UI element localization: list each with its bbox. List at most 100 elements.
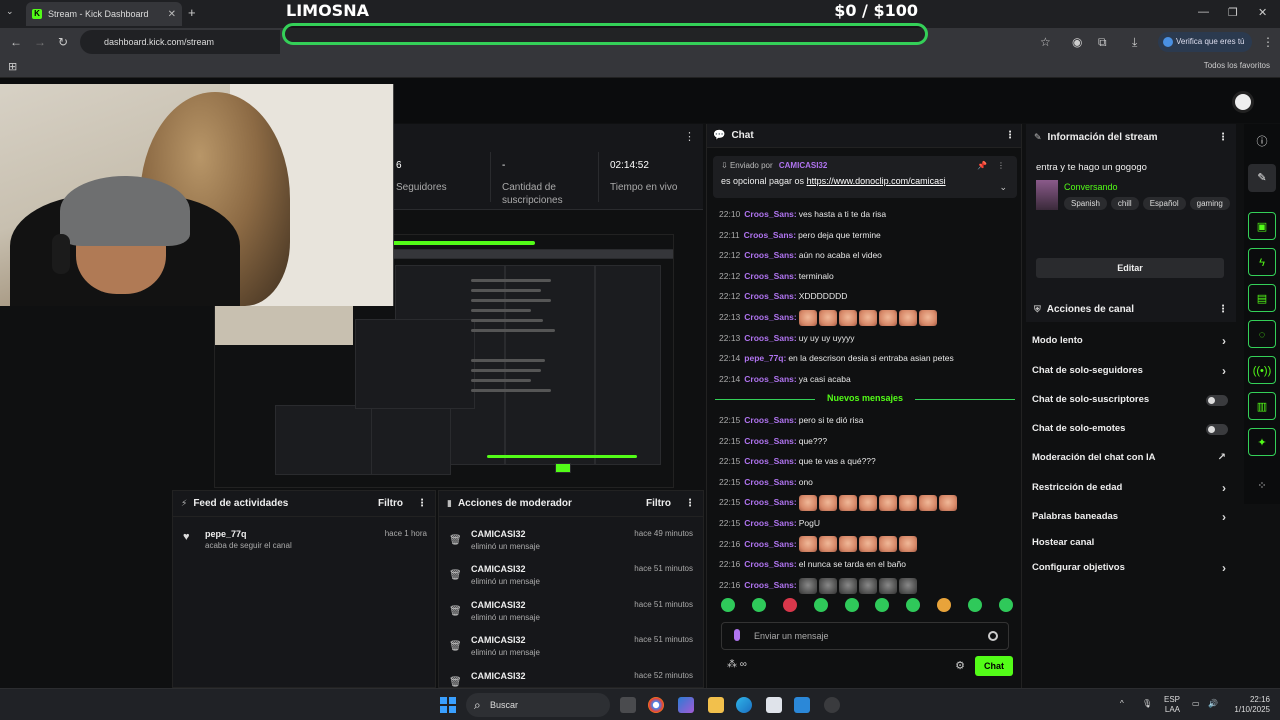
quick-emote-icon[interactable] (906, 598, 921, 612)
channel-action-item[interactable]: Hostear canal (1032, 534, 1230, 552)
message-username[interactable]: Croos_Sans: (744, 291, 796, 301)
message-username[interactable]: Croos_Sans: (744, 230, 796, 240)
taskbar-search[interactable]: Buscar (466, 693, 610, 717)
message-username[interactable]: Croos_Sans: (744, 415, 796, 425)
mod-user[interactable]: CAMICASI32 (471, 600, 526, 610)
copilot-icon[interactable] (678, 697, 694, 713)
emote-icon[interactable] (818, 577, 837, 594)
quick-emote-icon[interactable] (968, 598, 982, 612)
extension-icon[interactable]: ◉ (1072, 35, 1082, 49)
chat-message[interactable]: 22:14 Croos_Sans: ya casi acaba (719, 371, 1013, 387)
info-icon[interactable]: ⓘ (1248, 128, 1276, 156)
chat-message[interactable]: 22:11 Croos_Sans: pero deja que termine (719, 227, 1013, 243)
mod-user[interactable]: CAMICASI32 (471, 671, 526, 681)
emote-icon[interactable] (898, 536, 917, 553)
focus-icon[interactable]: ▣ (1248, 212, 1276, 240)
toggle-switch[interactable] (1206, 395, 1228, 406)
emote-icon[interactable] (818, 309, 837, 326)
address-bar[interactable]: dashboard.kick.com/stream (80, 30, 280, 54)
quick-emote-icon[interactable] (782, 598, 797, 612)
file-explorer-icon[interactable] (708, 697, 724, 713)
language-indicator[interactable]: ESP LAA (1164, 695, 1180, 715)
stats-more-icon[interactable]: ⋮ (684, 130, 695, 143)
channel-action-item[interactable]: Chat de solo-suscriptores (1032, 391, 1230, 409)
message-username[interactable]: Croos_Sans: (744, 209, 796, 219)
emote-icon[interactable] (898, 309, 917, 326)
emote-icon[interactable] (798, 577, 817, 594)
message-username[interactable]: Croos_Sans: (744, 436, 796, 446)
message-username[interactable]: Croos_Sans: (744, 518, 796, 528)
pinned-link[interactable]: https://www.donoclip.com/camicasi (807, 176, 946, 186)
new-tab-icon[interactable]: + (188, 5, 196, 20)
integrations-icon[interactable]: ⁘ (1248, 472, 1276, 500)
unpin-icon[interactable]: 📌 (977, 161, 987, 170)
chat-more-icon[interactable]: ⋮ (1005, 130, 1015, 141)
lightning-icon[interactable]: ϟ (1248, 248, 1276, 276)
emote-icon[interactable] (878, 309, 897, 326)
emote-icon[interactable] (938, 495, 957, 512)
verify-human-button[interactable]: Verifica que eres tú (1158, 32, 1253, 52)
apps-grid-icon[interactable]: ⊞ (8, 60, 17, 73)
emote-icon[interactable] (798, 536, 817, 553)
chat-message[interactable]: 22:15 Croos_Sans: pero si te dió risa (719, 412, 1013, 428)
message-username[interactable]: Croos_Sans: (744, 497, 796, 507)
emote-icon[interactable] (878, 536, 897, 553)
message-username[interactable]: Croos_Sans: (744, 312, 796, 322)
chat-message[interactable]: 22:15 Croos_Sans: ono (719, 474, 1013, 490)
mic-icon[interactable] (734, 629, 740, 641)
chat-input[interactable]: Enviar un mensaje (721, 622, 1009, 650)
expand-chevron-icon[interactable]: ⌄ (999, 182, 1007, 193)
emote-icon[interactable] (838, 536, 857, 553)
mic-tray-icon[interactable]: 🎙 (1142, 699, 1152, 709)
message-username[interactable]: Croos_Sans: (744, 271, 796, 281)
activity-more-icon[interactable]: ⋮ (417, 498, 427, 509)
quick-emote-icon[interactable] (937, 598, 952, 612)
channel-action-item[interactable]: Chat de solo-emotes (1032, 420, 1230, 438)
message-username[interactable]: Croos_Sans: (744, 559, 796, 569)
emote-icon[interactable] (818, 536, 837, 553)
app-icon[interactable] (794, 697, 810, 713)
chat-message[interactable]: 22:15 Croos_Sans: (719, 494, 1013, 512)
emote-icon[interactable] (798, 495, 817, 512)
mod-user[interactable]: CAMICASI32 (471, 529, 526, 539)
bookmark-star-icon[interactable]: ☆ (1040, 35, 1051, 49)
edit-stream-button[interactable]: Editar (1036, 258, 1224, 278)
message-username[interactable]: Croos_Sans: (744, 539, 796, 549)
chat-message[interactable]: 22:16 Croos_Sans: (719, 536, 1013, 553)
chat-message[interactable]: 22:13 Croos_Sans: (719, 309, 1013, 326)
chat-message[interactable]: 22:12 Croos_Sans: XDDDDDDD (719, 288, 1013, 304)
back-icon[interactable]: ← (10, 35, 22, 49)
browser-tab[interactable]: K Stream - Kick Dashboard ✕ (26, 2, 182, 26)
emote-icon[interactable] (878, 577, 897, 594)
volume-icon[interactable]: 🔊 (1208, 699, 1218, 709)
chat-message[interactable]: 22:16 Croos_Sans: el nunca se tarda en el … (719, 556, 1013, 572)
message-username[interactable]: Croos_Sans: (744, 580, 796, 590)
pinned-by-user[interactable]: CAMICASI32 (779, 161, 827, 170)
chat-icon[interactable]: ◌ (1248, 320, 1276, 348)
chat-message[interactable]: 22:15 Croos_Sans: PogU (719, 515, 1013, 531)
emote-icon[interactable] (838, 309, 857, 326)
chat-send-button[interactable]: Chat (975, 656, 1013, 676)
download-icon[interactable]: ⤓ (1132, 35, 1137, 50)
edge-icon[interactable] (736, 697, 752, 713)
pinned-more-icon[interactable]: ⋮ (997, 161, 1005, 170)
obs-icon[interactable] (824, 697, 840, 713)
quick-emote-icon[interactable] (875, 598, 890, 612)
chrome-icon[interactable] (648, 697, 664, 713)
message-username[interactable]: Croos_Sans: (744, 477, 796, 487)
channel-action-item[interactable]: Palabras baneadas › (1032, 508, 1230, 526)
chat-message[interactable]: 22:16 Croos_Sans: (719, 577, 1013, 594)
tray-chevron-icon[interactable]: ^ (1120, 699, 1124, 709)
emote-icon[interactable] (878, 495, 897, 512)
chat-message[interactable]: 22:12 Croos_Sans: terminalo (719, 268, 1013, 284)
quick-emote-icon[interactable] (813, 598, 828, 612)
message-username[interactable]: Croos_Sans: (744, 374, 796, 384)
chat-message[interactable]: 22:13 Croos_Sans: uy uy uy uyyyy (719, 330, 1013, 346)
chat-message[interactable]: 22:14 pepe_77q: en la descrison desia si e… (719, 350, 1013, 366)
emote-icon[interactable] (818, 495, 837, 512)
message-username[interactable]: Croos_Sans: (744, 333, 796, 343)
emote-icon[interactable] (838, 577, 857, 594)
channel-action-item[interactable]: Restricción de edad › (1032, 479, 1230, 497)
all-bookmarks-link[interactable]: Todos los favoritos (1204, 61, 1270, 70)
quick-emote-icon[interactable] (844, 598, 859, 612)
